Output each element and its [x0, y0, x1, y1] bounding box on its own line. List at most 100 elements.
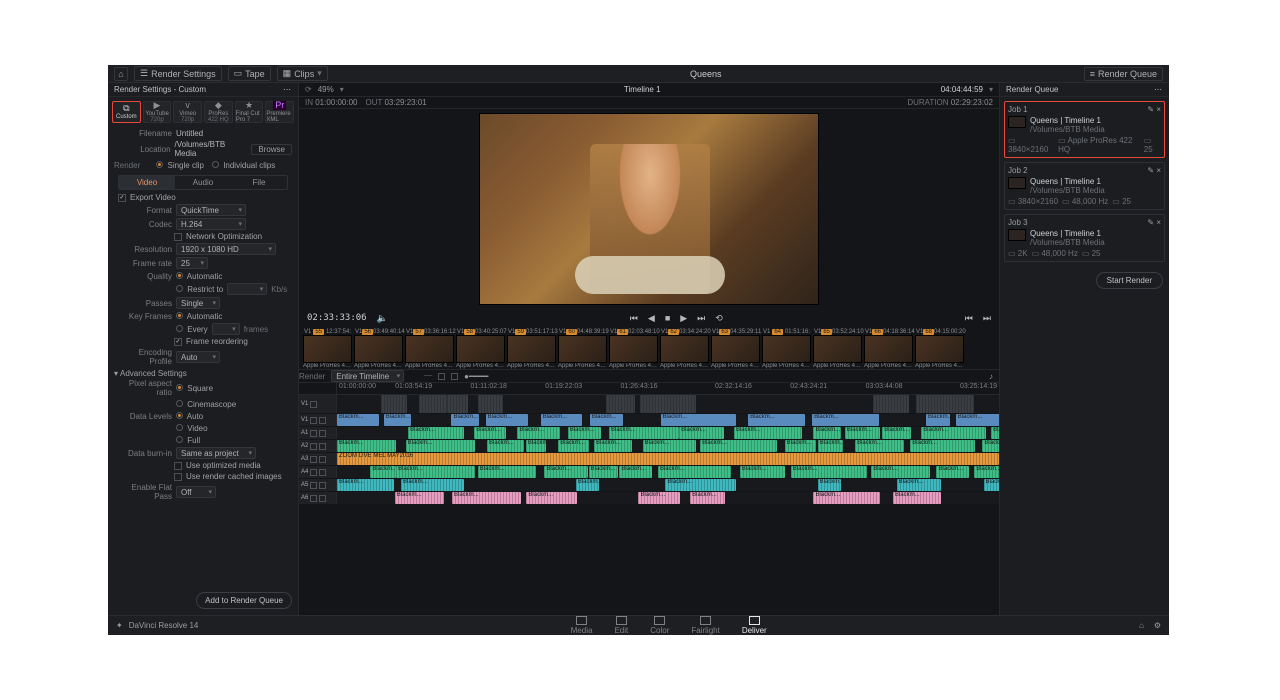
first-frame-button[interactable]: ⏮ [630, 313, 638, 324]
datalevels-auto[interactable]: Auto [176, 412, 203, 421]
render-individual-clips[interactable]: Individual clips [212, 161, 275, 170]
timeline-clip[interactable]: Blackm... [576, 479, 599, 491]
clip-thumbnail[interactable]: V16503:52:24:10Apple ProRes 4444 [813, 329, 862, 369]
timeline-ruler[interactable]: 01:00:00:0001:03:54:1901:11:02:1801:19:2… [337, 383, 999, 394]
home-icon[interactable]: ⌂ [114, 67, 128, 81]
timeline-clip[interactable]: Blackm... [661, 414, 737, 426]
timeline-clip[interactable]: Blackm... [740, 466, 785, 478]
timeline-clip[interactable]: Blackm... [785, 440, 816, 452]
timeline-clip[interactable]: Blackm... [452, 492, 521, 504]
zoom-value[interactable]: 49% [318, 85, 334, 94]
timeline-clip[interactable]: Blackm... [384, 414, 411, 426]
timeline-clip[interactable]: Blackm... [451, 414, 479, 426]
timeline-clip[interactable] [381, 395, 407, 413]
timeline-clip[interactable]: Blackm... [370, 466, 395, 478]
clip-thumbnail[interactable]: V16102:03:48:10Apple ProRes 4444 [609, 329, 658, 369]
timeline-clip[interactable]: Blackm... [813, 492, 879, 504]
mute-toggle[interactable] [310, 430, 317, 437]
render-queue-toggle[interactable]: ≡Render Queue [1084, 67, 1163, 81]
timeline-clip[interactable]: Blackm... [541, 414, 582, 426]
timeline-clip[interactable]: Blackm... [486, 414, 528, 426]
timeline-clip[interactable]: Blackm... [589, 466, 619, 478]
timeline-clip[interactable] [916, 395, 974, 413]
page-edit[interactable]: Edit [614, 616, 628, 635]
timeline-clip[interactable]: Blackm... [882, 427, 910, 439]
mute-toggle[interactable] [310, 456, 317, 463]
pencil-icon[interactable]: ✎ [1147, 166, 1154, 175]
resolution-select[interactable]: 1920 x 1080 HD [176, 243, 276, 255]
timeline-clip[interactable]: Blackm... [845, 427, 880, 439]
timeline-clip[interactable]: Blackm... [337, 479, 394, 491]
bitrate-input[interactable] [227, 283, 267, 295]
settings-icon[interactable]: ⚙ [1154, 621, 1161, 630]
timeline-clip[interactable]: Blackm... [956, 414, 999, 426]
timeline-clip[interactable]: Blackm... [855, 440, 904, 452]
timeline-clip[interactable]: Blackm... [337, 440, 396, 452]
start-render-button[interactable]: Start Render [1096, 272, 1163, 289]
timeline-clip[interactable]: Blackm... [474, 427, 506, 439]
render-settings-toggle[interactable]: ☰Render Settings [134, 66, 222, 81]
preset-youtube[interactable]: ▶YouTube720p [143, 101, 172, 123]
timeline-clip[interactable]: Blackm... [871, 466, 930, 478]
add-to-render-queue-button[interactable]: Add to Render Queue [196, 592, 292, 609]
timeline-clip[interactable]: Blackm... [748, 414, 805, 426]
solo-toggle[interactable] [319, 430, 326, 437]
solo-toggle[interactable] [319, 443, 326, 450]
timeline-clip[interactable] [873, 395, 908, 413]
timeline-clip[interactable]: Blackm... [690, 492, 725, 504]
timeline-clip[interactable]: Blackm... [643, 440, 696, 452]
preset-premiere[interactable]: PrPremiere XML [265, 101, 294, 123]
next-clip-button[interactable]: ⏭ [983, 313, 991, 324]
timeline-clip[interactable]: Blackm... [594, 440, 632, 452]
encoding-profile-select[interactable]: Auto [176, 351, 220, 363]
tab-file[interactable]: File [231, 176, 287, 189]
filename-value[interactable]: Untitled [176, 129, 203, 138]
timeline-clip[interactable]: Blackm... [926, 414, 950, 426]
quality-automatic[interactable]: Automatic [176, 272, 222, 281]
mute-toggle[interactable] [310, 443, 317, 450]
par-square[interactable]: Square [176, 384, 213, 393]
timeline-clip[interactable]: Blackm... [665, 479, 736, 491]
clip-thumbnail[interactable]: V16804:15:00:20Apple ProRes 4444 [915, 329, 964, 369]
clip-thumbnail[interactable]: V16604:18:36:14Apple ProRes 4444 [864, 329, 913, 369]
timeline-clip[interactable]: ZOOM LIVE MEL MAY2016 [337, 453, 999, 465]
preset-vimeo[interactable]: vVimeo720p [173, 101, 202, 123]
solo-toggle[interactable] [319, 482, 326, 489]
solo-toggle[interactable] [319, 456, 326, 463]
stop-button[interactable]: ■ [665, 313, 670, 324]
speaker-icon[interactable]: 🔈 [377, 313, 388, 324]
burnin-select[interactable]: Same as project [176, 447, 256, 459]
timeline-clip[interactable]: Blackm... [679, 427, 724, 439]
timeline-clip[interactable]: Blackm... [897, 479, 941, 491]
clips-toggle[interactable]: ▦Clips▾ [277, 66, 328, 81]
timeline-clip[interactable] [447, 395, 467, 413]
keyframes-every[interactable]: Every [176, 325, 208, 334]
loop-button[interactable]: ⟲ [715, 313, 723, 324]
preset-fcp[interactable]: ★Final Cut Pro 7 [235, 101, 264, 123]
timeline-clip[interactable]: Blackm... [791, 466, 867, 478]
solo-toggle[interactable] [319, 495, 326, 502]
timeline-clip[interactable]: Blackm... [408, 427, 464, 439]
export-video-checkbox[interactable]: ✓ [118, 194, 126, 202]
panel-menu-icon[interactable]: ⋯ [283, 85, 292, 94]
flatpass-select[interactable]: Off [176, 486, 216, 498]
timeline-clip[interactable]: Blackm... [478, 466, 536, 478]
timeline-clip[interactable]: Blackm... [526, 440, 546, 452]
timeline-clip[interactable]: Blackm... [813, 427, 840, 439]
tape-toggle[interactable]: ▭Tape [228, 66, 271, 81]
timeline-name[interactable]: Timeline 1 [624, 85, 661, 94]
mute-toggle[interactable] [310, 417, 317, 424]
preset-custom[interactable]: ⧉Custom [112, 101, 141, 123]
timeline-clip[interactable]: Blackm... [921, 427, 986, 439]
play-reverse-button[interactable]: ◀ [648, 313, 655, 324]
timeline-clip[interactable] [478, 395, 504, 413]
timeline-clip[interactable]: Blackm... [396, 466, 474, 478]
timeline-clip[interactable]: Blackm... [658, 466, 731, 478]
keyframes-input[interactable] [212, 323, 240, 335]
render-range-select[interactable]: Entire Timeline [331, 370, 404, 382]
timeline-clip[interactable]: Blackm... [638, 492, 679, 504]
preset-prores[interactable]: ◆ProRes422 HQ [204, 101, 233, 123]
mute-toggle[interactable] [310, 469, 317, 476]
solo-toggle[interactable] [319, 469, 326, 476]
timeline-clip[interactable] [419, 395, 447, 413]
